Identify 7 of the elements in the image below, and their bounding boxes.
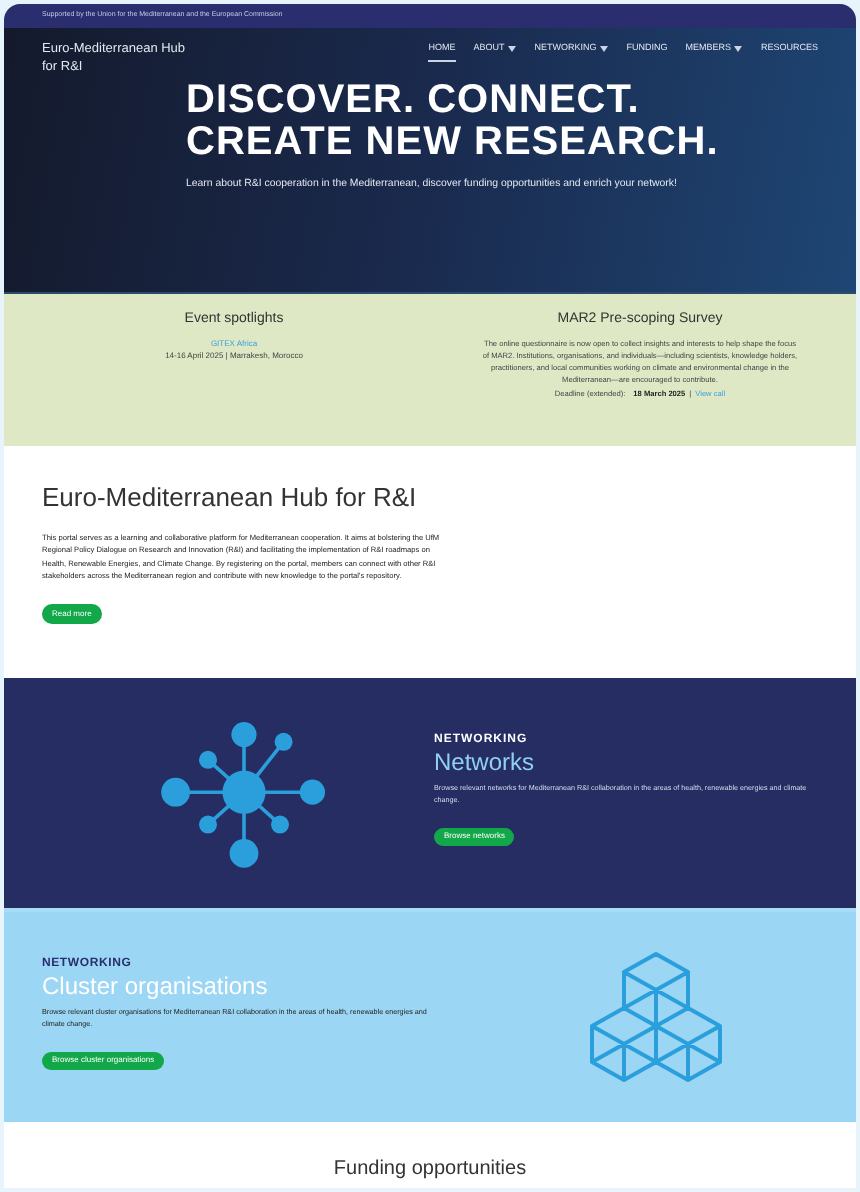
about-heading: Euro-Mediterranean Hub for R&I [42, 480, 419, 516]
section-heading: Cluster organisations [42, 974, 270, 1000]
funding-heading: Funding opportunities [333, 1156, 527, 1184]
section-heading: Networks [434, 750, 537, 776]
hero-heading: DISCOVER. CONNECT. [186, 80, 642, 122]
hero-heading: CREATE NEW RESEARCH. [186, 122, 721, 164]
cubes-icon [589, 951, 721, 1083]
